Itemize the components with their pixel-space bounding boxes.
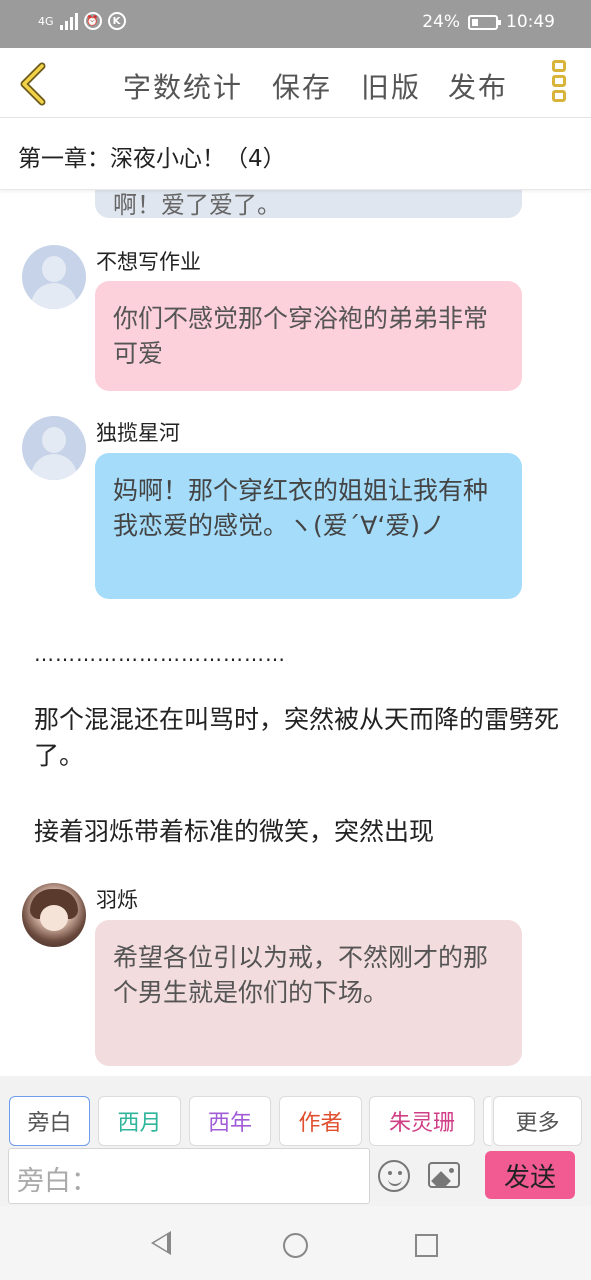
battery-percent: 24% (422, 12, 460, 32)
avatar[interactable] (22, 416, 86, 480)
chat-content[interactable]: 啊！爱了爱了。 不想写作业 你们不感觉那个穿浴袍的弟弟非常可爱 独揽星河 妈啊！… (0, 190, 591, 1076)
status-left: 4G ⏰ K (38, 12, 126, 30)
input-bar: 旁白： 发送 (0, 1146, 591, 1206)
narration-dots[interactable]: ……………………………… (34, 636, 564, 672)
more-vertical-icon[interactable] (549, 60, 569, 108)
status-right: 24% 10:49 (422, 12, 555, 32)
battery-icon (468, 14, 501, 30)
speaker-name: 不想写作业 (96, 250, 201, 274)
narration-paragraph[interactable]: 接着羽烁带着标准的微笑，突然出现 (34, 814, 564, 850)
nav-home-icon[interactable] (283, 1233, 308, 1258)
chevron-left-icon (20, 62, 46, 106)
message-bubble[interactable]: 啊！爱了爱了。 (95, 190, 522, 219)
chip-xiyue[interactable]: 西月 (98, 1096, 181, 1146)
save-button[interactable]: 保存 (272, 66, 332, 106)
alarm-icon: ⏰ (83, 12, 102, 30)
emoji-icon[interactable] (378, 1160, 410, 1192)
message-bubble[interactable]: 你们不感觉那个穿浴袍的弟弟非常可爱 (95, 281, 522, 391)
clock: 10:49 (506, 12, 555, 32)
chapter-title[interactable]: 第一章：深夜小心！（4） (18, 139, 286, 173)
status-bar: 4G ⏰ K 24% 10:49 (0, 0, 591, 48)
nav-back-icon[interactable] (151, 1231, 171, 1255)
narration-paragraph[interactable]: 那个混混还在叫骂时，突然被从天而降的雷劈死了。 (34, 702, 564, 774)
more-chips-button[interactable]: 更多 (493, 1096, 582, 1146)
signal-icon (59, 12, 78, 30)
chip-xinian[interactable]: 西年 (189, 1096, 271, 1146)
old-version-button[interactable]: 旧版 (361, 66, 421, 106)
word-count-button[interactable]: 字数统计 (123, 66, 243, 106)
k-app-icon: K (107, 12, 126, 30)
message-input[interactable]: 旁白： (8, 1148, 370, 1204)
back-button[interactable] (14, 62, 54, 106)
message-text: 啊！爱了爱了。 (113, 191, 281, 219)
top-toolbar: 字数统计 保存 旧版 发布 (0, 48, 591, 118)
character-chips: 旁白 西月 西年 作者 朱灵珊 更多 (0, 1076, 591, 1146)
speaker-name: 独揽星河 (96, 421, 180, 445)
nav-recent-icon[interactable] (415, 1234, 438, 1257)
system-nav-bar (0, 1206, 591, 1280)
chip-author[interactable]: 作者 (279, 1096, 362, 1146)
send-button[interactable]: 发送 (485, 1151, 575, 1199)
chip-narrator[interactable]: 旁白 (9, 1096, 90, 1146)
message-bubble[interactable]: 妈啊！那个穿红衣的姐姐让我有种我恋爱的感觉。ヽ(爱´∀‘爱)ノ (95, 453, 522, 599)
avatar[interactable] (22, 245, 86, 309)
speaker-name: 羽烁 (96, 888, 138, 912)
publish-button[interactable]: 发布 (448, 66, 508, 106)
chip-zhulingshan[interactable]: 朱灵珊 (369, 1096, 475, 1146)
chapter-bar: 第一章：深夜小心！（4） (0, 119, 591, 190)
avatar[interactable] (22, 883, 86, 947)
chip-partial[interactable] (483, 1096, 491, 1146)
message-bubble[interactable]: 希望各位引以为戒，不然刚才的那个男生就是你们的下场。 (95, 920, 522, 1066)
image-icon[interactable] (428, 1162, 460, 1188)
network-label: 4G (38, 14, 54, 28)
